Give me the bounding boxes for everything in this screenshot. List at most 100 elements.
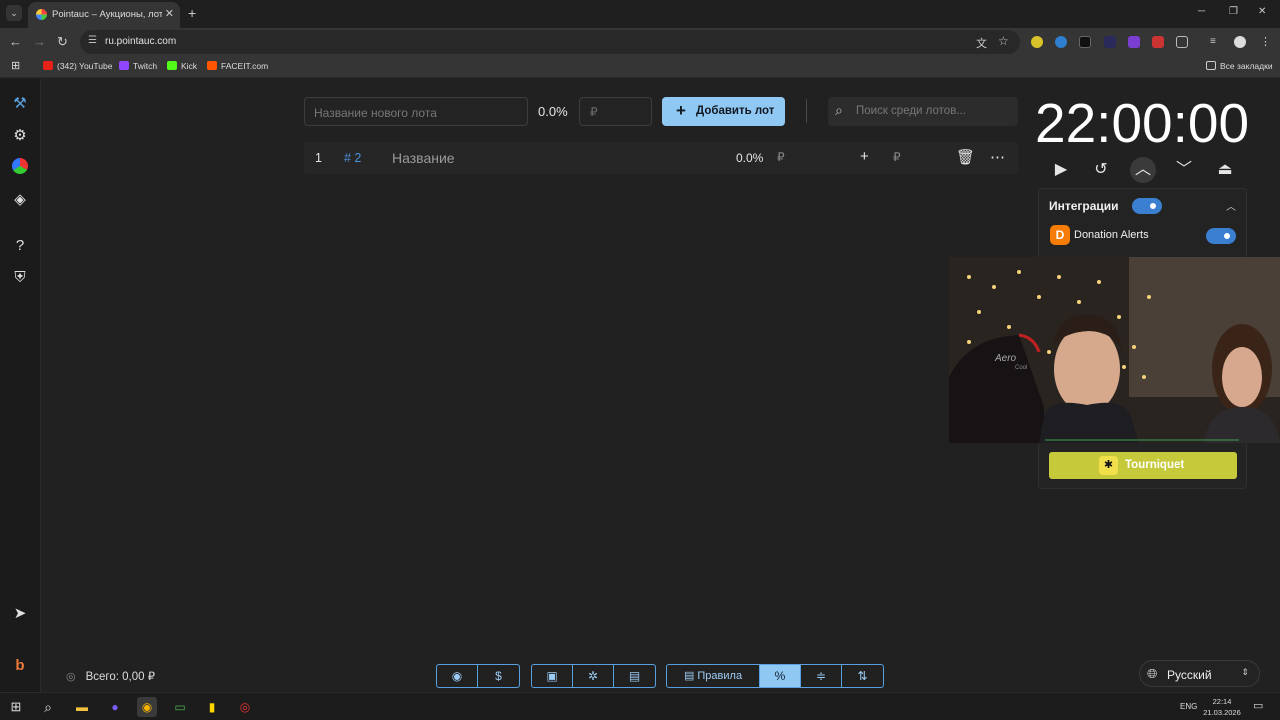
layers-icon[interactable]: ◈	[10, 190, 30, 210]
tourniquet-button[interactable]: ✱ Tourniquet	[1049, 452, 1237, 479]
bug-report-icon[interactable]: ✲	[573, 665, 614, 687]
site-info-icon[interactable]: ☰	[88, 35, 97, 46]
close-window-button[interactable]: ✕	[1258, 6, 1266, 17]
lot-row: 1 # 2 Название 0.0% ₽ + ₽ 🗑 ⋯	[304, 142, 1018, 174]
timer-play-icon[interactable]: ▶	[1048, 157, 1074, 183]
timer-max-icon[interactable]: ⏏	[1212, 157, 1238, 183]
add-amount-plus-icon[interactable]: +	[860, 148, 869, 165]
extension-icon[interactable]	[1079, 36, 1091, 48]
file-explorer-icon[interactable]: ▬	[72, 697, 92, 717]
extension-icon[interactable]	[1031, 36, 1043, 48]
wheel-pie-icon[interactable]	[10, 158, 30, 178]
lot-percent: 0.0%	[736, 151, 764, 165]
extension-icon[interactable]	[1104, 36, 1116, 48]
new-lot-name-input[interactable]: Название нового лота	[304, 97, 528, 126]
app-icon[interactable]: ▮	[202, 697, 222, 717]
add-lot-button[interactable]: + Добавить лот	[662, 97, 785, 126]
donate-dollar-icon[interactable]: $	[478, 665, 519, 687]
minimize-button[interactable]: ─	[1198, 6, 1205, 17]
notifications-icon[interactable]: ▭	[1253, 699, 1263, 712]
footer-group-view: ▤ Правила % ≑ ⇅	[666, 664, 884, 688]
donation-alerts-logo-icon: D	[1050, 225, 1070, 245]
bookmark-kick[interactable]: Kick	[167, 61, 197, 71]
extension-icon[interactable]	[1055, 36, 1067, 48]
browser-tabstrip: ⌄ Pointauc – Аукционы, лотереи ✕ + ─ ❐ ✕	[0, 0, 1280, 28]
windows-taskbar: ⊞ ⌕ ▬ ● ◉ ▭ ▮ ◎ ENG 22:14 21.03.2026 ▭	[0, 692, 1280, 720]
forward-icon[interactable]: →	[33, 34, 46, 49]
folder-icon	[1206, 61, 1216, 70]
translate-icon[interactable]: 文	[976, 35, 987, 51]
all-bookmarks[interactable]: Все закладки	[1206, 61, 1273, 71]
language-select[interactable]: 🌐︎ Русский ⇕	[1139, 660, 1260, 687]
input-language[interactable]: ENG	[1180, 702, 1197, 711]
lot-number: 1	[315, 151, 322, 165]
donation-alerts-label: Donation Alerts	[1074, 229, 1149, 241]
tab-search-button[interactable]: ⌄	[6, 5, 22, 21]
new-lot-percent: 0.0%	[538, 104, 568, 119]
more-options-icon[interactable]: ⋯	[990, 148, 1005, 166]
settings-gear-icon[interactable]: ⚙	[10, 126, 30, 146]
lot-id[interactable]: # 2	[344, 151, 361, 165]
sort-icon[interactable]: ⇅	[842, 665, 883, 687]
integrations-title: Интеграции	[1049, 199, 1119, 213]
hide-total-eye-icon[interactable]: ◎	[66, 671, 76, 683]
tab-close-icon[interactable]: ✕	[165, 7, 174, 20]
profile-avatar[interactable]	[1234, 36, 1246, 48]
new-tab-button[interactable]: +	[188, 5, 196, 21]
save-icon[interactable]: ▣	[532, 665, 573, 687]
timer-reset-icon[interactable]: ↺	[1088, 157, 1114, 183]
lot-name[interactable]: Название	[392, 150, 455, 166]
app-icon[interactable]: ◎	[235, 697, 255, 717]
address-bar[interactable]: ☰ ru.pointauc.com 文 ☆	[80, 30, 1020, 54]
telegram-icon[interactable]: ➤	[10, 604, 30, 624]
windows-start-icon[interactable]: ⊞	[6, 697, 26, 717]
chrome-icon[interactable]: ◉	[137, 697, 157, 717]
apps-grid-icon[interactable]: ⊞	[11, 59, 20, 72]
lot-search-input[interactable]: ⌕ Поиск среди лотов...	[828, 97, 1018, 126]
browser-tab[interactable]: Pointauc – Аукционы, лотереи ✕	[28, 2, 180, 28]
collapse-chevron-up-icon[interactable]: ︿	[1226, 198, 1236, 213]
reload-icon[interactable]: ↻	[57, 34, 68, 50]
auction-gavel-icon[interactable]: ⚒	[10, 94, 30, 114]
new-lot-amount-input[interactable]: ₽	[579, 97, 652, 126]
discord-icon[interactable]: ●	[105, 697, 125, 717]
compact-view-icon[interactable]: ≑	[801, 665, 842, 687]
reading-list-icon[interactable]: ≡	[1210, 36, 1222, 48]
bookmark-twitch[interactable]: Twitch	[119, 61, 157, 71]
boosty-icon[interactable]: b	[10, 656, 30, 676]
rules-button[interactable]: ▤ Правила	[667, 665, 760, 687]
back-icon[interactable]: ←	[9, 34, 22, 49]
shield-icon[interactable]: ⛨	[10, 268, 30, 288]
select-chevron-icon: ⇕	[1241, 667, 1249, 677]
integrations-toggle[interactable]	[1132, 198, 1162, 214]
webcam-image: Aero Cool	[949, 257, 1280, 443]
bookmark-star-icon[interactable]: ☆	[998, 34, 1009, 48]
browser-menu-icon[interactable]: ⋮	[1260, 36, 1272, 48]
bookmark-faceit[interactable]: FACEIT.com	[207, 61, 268, 71]
lot-add-amount-field[interactable]: ₽	[893, 150, 901, 164]
auction-timer: 22:00:00	[1035, 92, 1250, 154]
taskbar-clock[interactable]: 22:14 21.03.2026	[1200, 696, 1244, 718]
bookmarks-bar: ⊞ (342) YouTube Twitch Kick FACEIT.com В…	[0, 56, 1280, 78]
percent-toggle-icon[interactable]: %	[760, 665, 801, 687]
plus-icon: +	[676, 101, 686, 120]
total-amount: ◎ Всего: 0,00 ₽	[66, 671, 156, 683]
extension-icon[interactable]	[1128, 36, 1140, 48]
twitch-icon	[119, 61, 129, 70]
github-icon[interactable]: ◉	[437, 665, 478, 687]
help-question-icon[interactable]: ?	[10, 236, 30, 256]
donation-alerts-toggle[interactable]	[1206, 228, 1236, 244]
app-icon[interactable]: ▭	[170, 697, 190, 717]
delete-trash-icon[interactable]: 🗑	[956, 148, 975, 166]
taskbar-search-icon[interactable]: ⌕	[38, 697, 58, 717]
search-icon: ⌕	[835, 102, 843, 118]
restore-button[interactable]: ❐	[1229, 6, 1238, 17]
clear-lots-icon[interactable]: ▤	[614, 665, 655, 687]
extension-icon[interactable]	[1152, 36, 1164, 48]
bookmark-youtube[interactable]: (342) YouTube	[43, 61, 112, 71]
kick-icon	[167, 61, 177, 70]
extensions-puzzle-icon[interactable]	[1176, 36, 1188, 48]
timer-add-time-icon[interactable]: ︿	[1130, 157, 1156, 183]
lot-amount[interactable]: ₽	[777, 150, 785, 164]
timer-subtract-time-icon[interactable]: ﹀	[1171, 157, 1197, 183]
